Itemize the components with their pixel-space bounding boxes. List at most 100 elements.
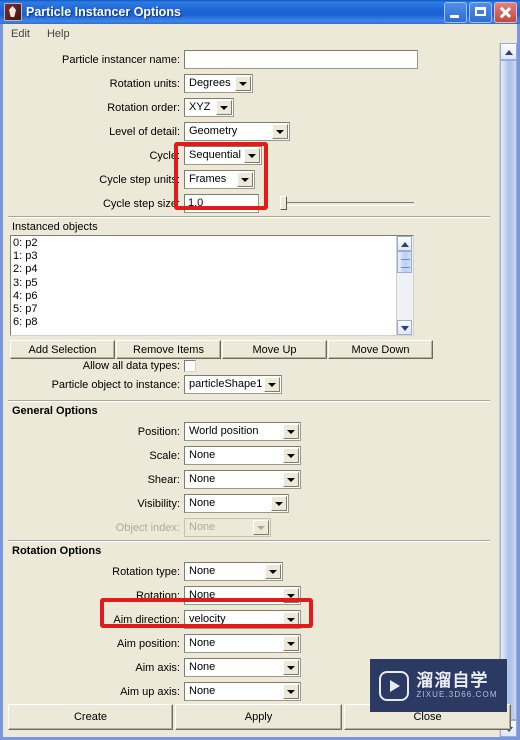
- menu-item-help[interactable]: Help: [39, 26, 79, 42]
- aim-up-axis-dropdown[interactable]: None: [184, 682, 301, 701]
- aim-axis-label: Aim axis:: [135, 662, 180, 674]
- divider: [8, 401, 490, 402]
- chevron-down-icon[interactable]: [244, 148, 260, 163]
- aim-position-dropdown[interactable]: None: [184, 634, 301, 653]
- scrollbar-thumb[interactable]: [500, 60, 517, 720]
- instanced-objects-label: Instanced objects: [12, 221, 98, 233]
- maximize-button[interactable]: [469, 1, 492, 23]
- particle-object-dropdown[interactable]: particleShape1: [184, 375, 282, 394]
- menu-bar: Edit Help: [3, 24, 517, 44]
- visibility-dropdown[interactable]: None: [184, 494, 289, 513]
- rotation-label: Rotation:: [135, 590, 180, 602]
- chevron-down-icon[interactable]: [264, 377, 280, 392]
- chevron-down-icon[interactable]: [283, 684, 299, 699]
- cycle-step-size-slider-track[interactable]: [280, 202, 414, 206]
- divider: [8, 541, 490, 542]
- instancer-name-input[interactable]: [184, 50, 418, 69]
- minimize-button[interactable]: [444, 1, 467, 23]
- chevron-down-icon[interactable]: [283, 612, 299, 627]
- general-options-title: General Options: [12, 405, 98, 417]
- aim-position-value: None: [189, 637, 216, 649]
- level-of-detail-label: Level of detail:: [109, 126, 180, 138]
- maya-app-icon: [4, 3, 22, 21]
- list-item[interactable]: 3: p5: [13, 277, 397, 290]
- cycle-step-size-slider-handle[interactable]: [280, 196, 287, 210]
- visibility-value: None: [189, 497, 216, 509]
- instanced-objects-listbox[interactable]: 0: p2 1: p3 2: p4 3: p5 4: p6 5: p7 6: p…: [10, 235, 414, 336]
- listbox-scrollbar[interactable]: [396, 236, 413, 335]
- page-scrollbar[interactable]: [499, 43, 517, 737]
- visibility-label: Visibility:: [137, 498, 180, 510]
- rotation-type-dropdown[interactable]: None: [184, 562, 283, 581]
- rotation-dropdown[interactable]: None: [184, 586, 301, 605]
- position-dropdown[interactable]: World position: [184, 422, 301, 441]
- aim-up-axis-value: None: [189, 685, 216, 697]
- cycle-step-size-input[interactable]: 1.0: [184, 194, 259, 213]
- close-icon[interactable]: [494, 1, 517, 23]
- scroll-up-icon[interactable]: [500, 43, 517, 60]
- menu-item-edit[interactable]: Edit: [3, 26, 39, 42]
- move-up-button[interactable]: Move Up: [222, 340, 327, 359]
- aim-direction-label: Aim direction:: [113, 614, 180, 626]
- chevron-down-icon[interactable]: [283, 448, 299, 463]
- particle-object-value: particleShape1: [189, 378, 263, 390]
- position-value: World position: [189, 425, 259, 437]
- instanced-objects-items: 0: p2 1: p3 2: p4 3: p5 4: p6 5: p7 6: p…: [11, 236, 397, 329]
- scrollbar-thumb[interactable]: [397, 251, 412, 273]
- chevron-down-icon[interactable]: [283, 636, 299, 651]
- chevron-down-icon[interactable]: [283, 472, 299, 487]
- chevron-down-icon[interactable]: [271, 496, 287, 511]
- scroll-down-icon[interactable]: [397, 320, 412, 335]
- aim-direction-dropdown[interactable]: velocity: [184, 610, 301, 629]
- list-item[interactable]: 2: p4: [13, 263, 397, 276]
- scale-dropdown[interactable]: None: [184, 446, 301, 465]
- aim-axis-dropdown[interactable]: None: [184, 658, 301, 677]
- move-down-button[interactable]: Move Down: [328, 340, 433, 359]
- rotation-units-label: Rotation units:: [109, 78, 180, 90]
- scroll-up-icon[interactable]: [397, 236, 412, 251]
- rotation-units-dropdown[interactable]: Degrees: [184, 74, 253, 93]
- list-item[interactable]: 1: p3: [13, 250, 397, 263]
- cycle-value: Sequential: [189, 149, 241, 161]
- chevron-down-icon[interactable]: [265, 564, 281, 579]
- watermark-title: 溜溜自学: [416, 671, 489, 690]
- level-of-detail-dropdown[interactable]: Geometry: [184, 122, 290, 141]
- list-item[interactable]: 0: p2: [13, 237, 397, 250]
- cycle-step-units-label: Cycle step units:: [99, 174, 180, 186]
- allow-all-data-types-checkbox[interactable]: [184, 360, 196, 372]
- list-item[interactable]: 5: p7: [13, 303, 397, 316]
- chevron-down-icon[interactable]: [283, 588, 299, 603]
- cycle-step-size-label: Cycle step size:: [102, 198, 180, 210]
- window-title: Particle Instancer Options: [26, 5, 181, 19]
- scale-value: None: [189, 449, 216, 461]
- dialog-client-area: Particle instancer name: Rotation units:…: [3, 43, 517, 737]
- chevron-down-icon[interactable]: [283, 424, 299, 439]
- chevron-down-icon[interactable]: [272, 124, 288, 139]
- level-of-detail-value: Geometry: [189, 125, 238, 137]
- rotation-options-title: Rotation Options: [12, 545, 102, 557]
- apply-button[interactable]: Apply: [175, 704, 342, 730]
- rotation-units-value: Degrees: [189, 77, 231, 89]
- shear-dropdown[interactable]: None: [184, 470, 301, 489]
- rotation-type-label: Rotation type:: [112, 566, 180, 578]
- instancer-name-label: Particle instancer name:: [62, 54, 180, 66]
- list-item[interactable]: 6: p8: [13, 316, 397, 329]
- cycle-step-units-dropdown[interactable]: Frames: [184, 170, 255, 189]
- watermark: 溜溜自学 ZIXUE.3D66.COM: [370, 659, 507, 712]
- title-bar: Particle Instancer Options: [0, 0, 520, 24]
- chevron-down-icon[interactable]: [283, 660, 299, 675]
- list-item[interactable]: 4: p6: [13, 290, 397, 303]
- shear-value: None: [189, 473, 216, 485]
- cycle-dropdown[interactable]: Sequential: [184, 146, 262, 165]
- particle-instancer-options-window: Particle Instancer Options Edit Help Par…: [0, 0, 520, 740]
- divider: [8, 217, 490, 218]
- position-label: Position:: [137, 426, 180, 438]
- object-index-label: Object index:: [115, 522, 180, 534]
- chevron-down-icon[interactable]: [237, 172, 253, 187]
- chevron-down-icon[interactable]: [216, 100, 232, 115]
- options-scroll-pane: Particle instancer name: Rotation units:…: [3, 43, 500, 737]
- rotation-order-dropdown[interactable]: XYZ: [184, 98, 234, 117]
- rotation-order-value: XYZ: [189, 101, 211, 113]
- create-button[interactable]: Create: [8, 704, 173, 730]
- chevron-down-icon[interactable]: [235, 76, 251, 91]
